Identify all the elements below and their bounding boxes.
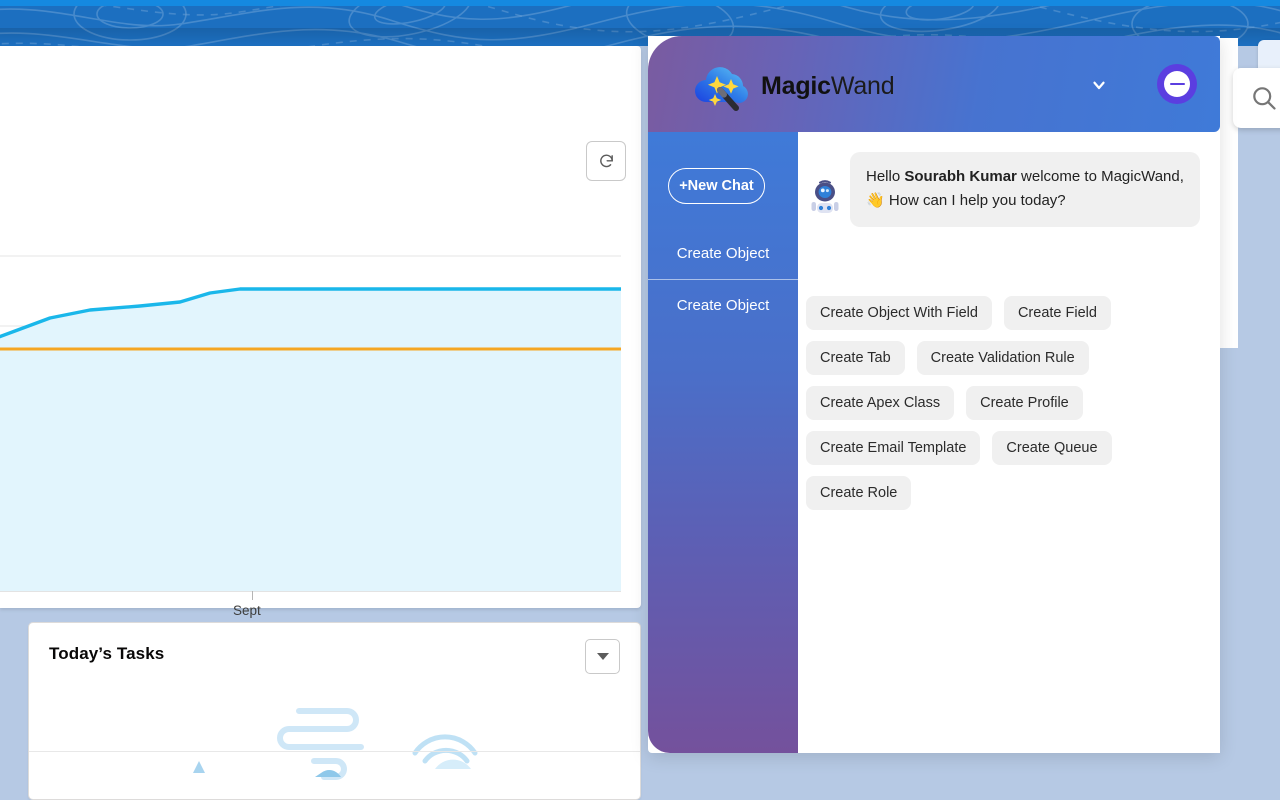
refresh-icon [598, 153, 615, 170]
chat-sidebar: +New Chat Create Object Create Object [648, 132, 798, 753]
chat-collapse-button[interactable] [1086, 72, 1112, 98]
screen: Sept Closed + Open (>70%) Today’s Tasks [0, 0, 1280, 800]
new-chat-button[interactable]: +New Chat [668, 168, 765, 204]
dashboard-chart-card: Sept Closed + Open (>70%) [0, 46, 641, 608]
chevron-down-icon [1090, 76, 1108, 94]
magicwand-chat-widget: MagicWand +New Chat Create Object Create… [648, 36, 1220, 753]
magic-wand-cloud-icon [690, 62, 754, 112]
suggestion-chip[interactable]: Create Role [806, 476, 911, 510]
minimize-circle-icon [1164, 71, 1190, 97]
greeting-middle: welcome to MagicWand, [1017, 168, 1184, 185]
caret-down-icon [597, 653, 609, 660]
banner-accent-strip [0, 0, 1280, 6]
chat-minimize-button[interactable] [1157, 64, 1197, 104]
chat-widget-header: MagicWand [648, 36, 1220, 132]
refresh-button[interactable] [586, 141, 626, 181]
global-search-button[interactable] [1233, 68, 1280, 128]
area-fill [0, 289, 621, 591]
suggestion-chip[interactable]: Create Field [1004, 296, 1111, 330]
wave-emoji-icon: 👋 [866, 192, 885, 209]
chat-history-item-1[interactable]: Create Object [648, 228, 798, 279]
greeting-question: How can I help you today? [889, 192, 1066, 209]
x-axis-tick-label: Sept [233, 603, 261, 618]
empty-state-illustration [179, 683, 539, 800]
greeting-user-name: Sourabh Kumar [904, 168, 1017, 185]
suggestion-chip[interactable]: Create Validation Rule [917, 341, 1089, 375]
chat-conversation: Hello Sourabh Kumar welcome to MagicWand… [798, 132, 1220, 753]
tasks-divider [29, 751, 641, 752]
bot-greeting-bubble: Hello Sourabh Kumar welcome to MagicWand… [850, 152, 1200, 227]
area-chart [0, 206, 621, 601]
suggestion-chip[interactable]: Create Queue [992, 431, 1111, 465]
chart-plot-area [0, 206, 641, 654]
suggestion-chip[interactable]: Create Profile [966, 386, 1083, 420]
minimize-bar [1170, 83, 1185, 86]
suggestion-chip[interactable]: Create Email Template [806, 431, 980, 465]
brand-name-light: Wand [831, 72, 895, 100]
brand-name-bold: Magic [761, 72, 831, 100]
search-icon [1250, 84, 1278, 112]
todays-tasks-card: Today’s Tasks [28, 622, 641, 800]
todays-tasks-expand-button[interactable] [585, 639, 620, 674]
suggestion-chip[interactable]: Create Apex Class [806, 386, 954, 420]
suggestion-chip[interactable]: Create Tab [806, 341, 905, 375]
bot-message-row: Hello Sourabh Kumar welcome to MagicWand… [810, 152, 1210, 227]
greeting-prefix: Hello [866, 168, 904, 185]
todays-tasks-title: Today’s Tasks [49, 644, 164, 664]
suggestion-chip-list: Create Object With Field Create Field Cr… [806, 296, 1216, 510]
chat-history-item-2[interactable]: Create Object [648, 279, 798, 330]
x-axis-tick [252, 591, 253, 600]
suggestion-chip[interactable]: Create Object With Field [806, 296, 992, 330]
brand-title: MagicWand [761, 68, 894, 105]
bot-avatar-icon [810, 180, 840, 216]
